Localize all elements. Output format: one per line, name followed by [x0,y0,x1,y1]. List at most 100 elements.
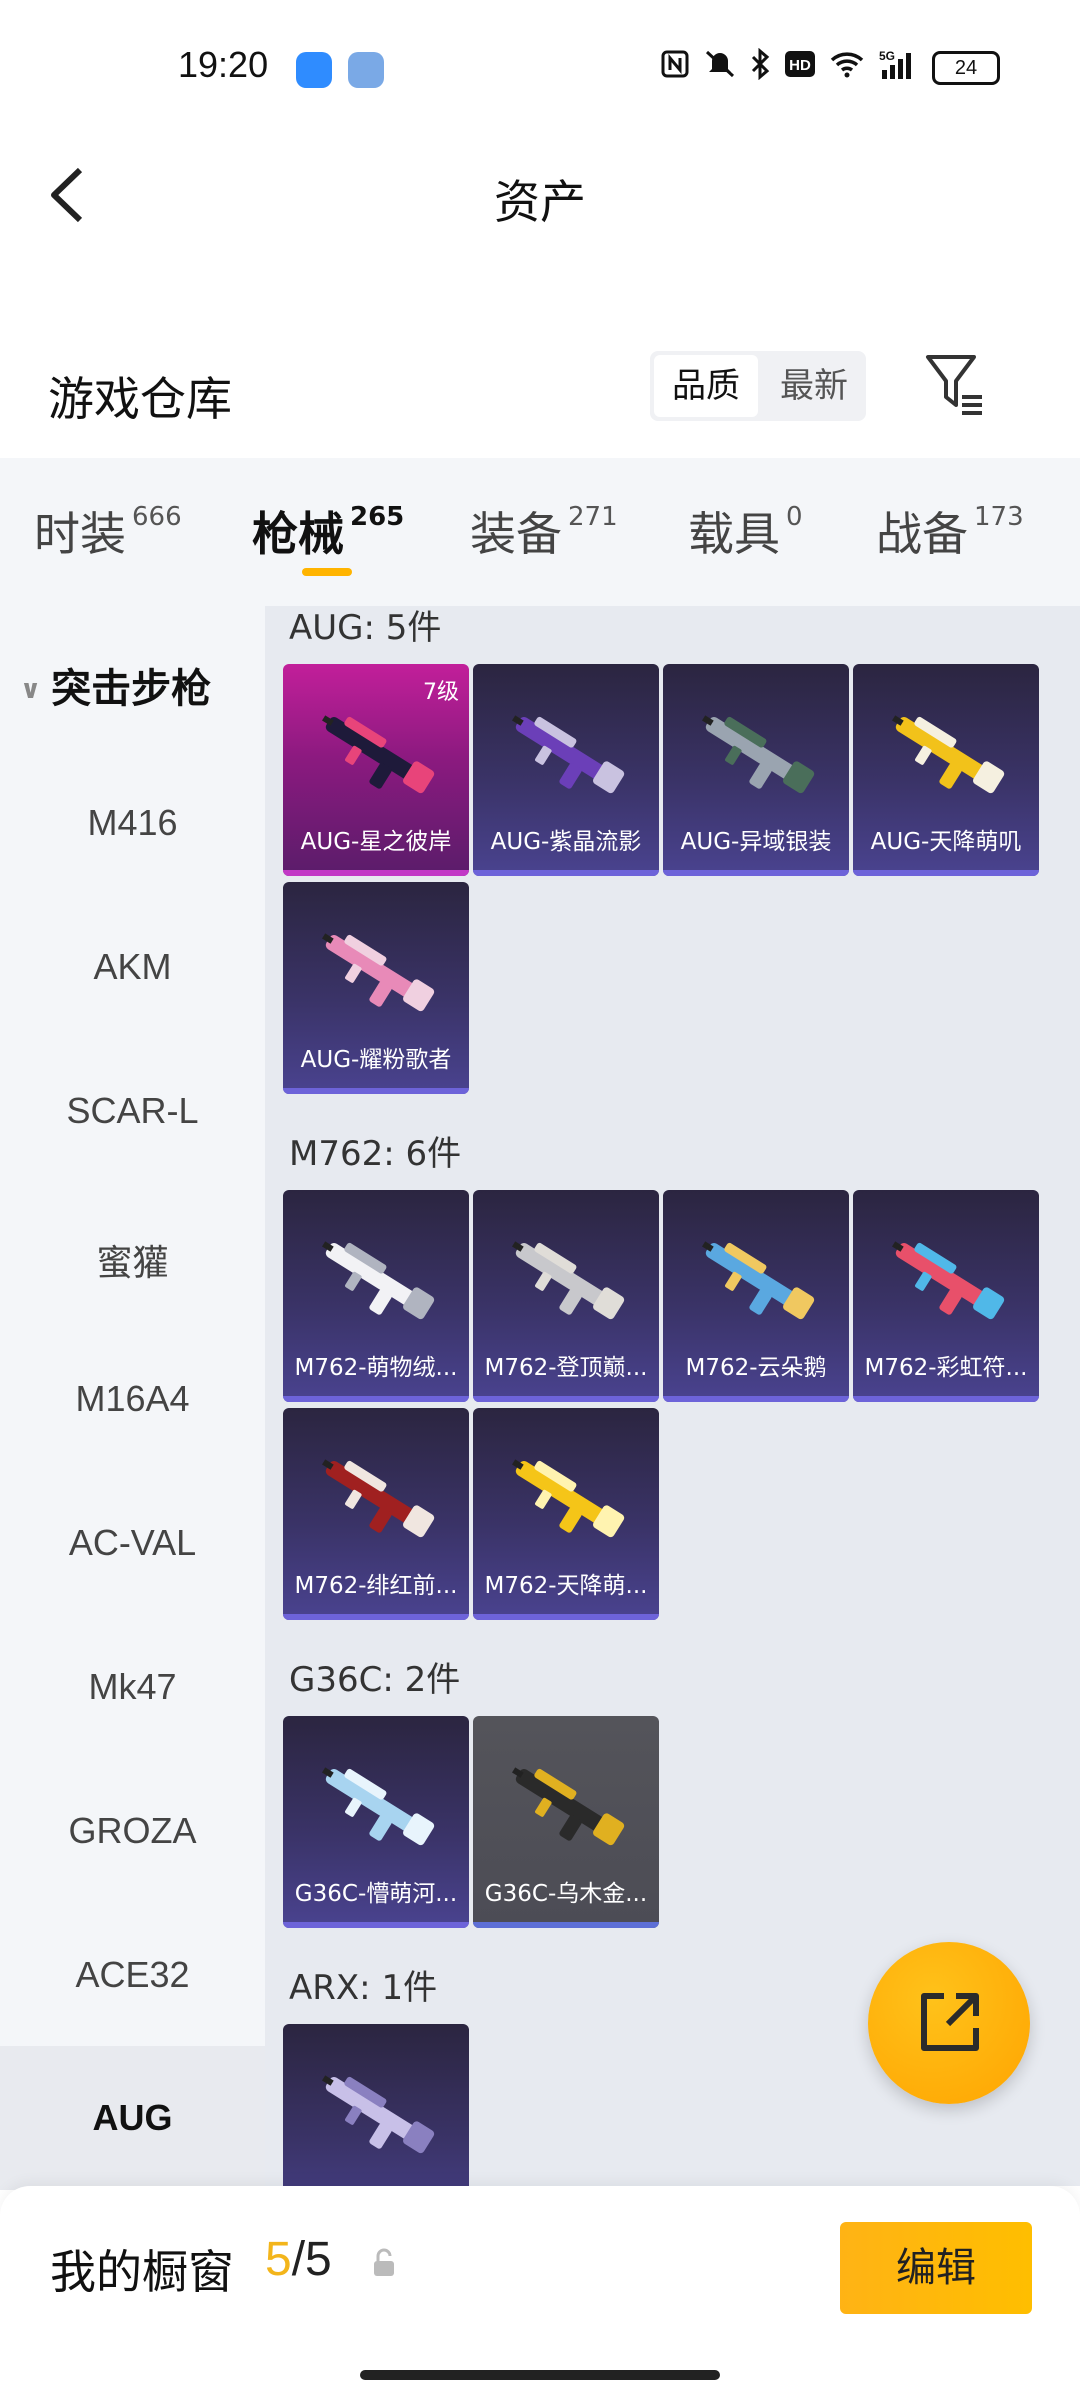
weapon-image [322,2075,435,2154]
rarity-bar [853,870,1039,876]
weapon-image [702,1241,815,1320]
warehouse-header: 游戏仓库 品质 最新 [0,345,1080,445]
skin-name: M762-彩虹符... [864,1355,1028,1381]
tab-firearms[interactable]: 枪械 265 [252,498,404,564]
weapon-image [512,715,625,794]
tab-count: 0 [786,502,803,532]
sidebar-item-m416[interactable]: M416 [0,802,265,844]
mute-icon [704,49,736,86]
skin-card[interactable]: M762-登顶巅... [473,1190,659,1402]
sidebar-item-honey-badger[interactable]: 蜜獾 [0,1234,265,1286]
rarity-bar [283,1396,469,1402]
skin-card[interactable]: M762-绯红前... [283,1408,469,1620]
skin-card[interactable]: M762-萌物绒... [283,1190,469,1402]
weapon-image [512,1767,625,1846]
tab-supplies[interactable]: 战备 173 [876,498,1024,564]
weapon-image [322,1459,435,1538]
tab-count: 666 [132,502,182,532]
tab-label: 枪械 [252,507,344,561]
tab-fashion[interactable]: 时装 666 [34,498,182,564]
warehouse-title: 游戏仓库 [48,372,232,426]
skin-name: AUG-耀粉歌者 [300,1047,452,1073]
notification-app-icon [296,52,332,88]
tab-count: 173 [974,502,1024,532]
sidebar-item-aug[interactable]: AUG [0,2046,265,2190]
weapon-sidebar: ∨ 突击步枪 M416 AKM SCAR-L 蜜獾 M16A4 AC-VAL Mk… [0,606,265,2190]
sort-newest-option[interactable]: 最新 [762,351,866,421]
weapon-image [892,1241,1005,1320]
rarity-bar [283,1614,469,1620]
sidebar-item-m16a4[interactable]: M16A4 [0,1378,265,1420]
skin-name: M762-天降萌... [484,1573,648,1599]
tab-label: 时装 [34,507,126,561]
skin-card[interactable]: AUG-耀粉歌者 [283,882,469,1094]
tab-vehicles[interactable]: 载具 0 [688,498,803,564]
status-time: 19:20 [178,44,269,85]
skin-name: M762-萌物绒... [294,1355,458,1381]
sort-quality-option[interactable]: 品质 [654,355,758,417]
tab-count: 265 [350,502,405,532]
5g-signal-icon: 5G [878,48,918,87]
status-bar: 19:20 HD 5G 24 [0,0,1080,130]
tab-label: 载具 [688,507,780,561]
skin-card[interactable]: AUG-紫晶流影 [473,664,659,876]
rarity-bar [663,870,849,876]
sidebar-category-assault-rifles[interactable]: ∨ 突击步枪 [20,656,211,714]
skin-card[interactable]: G36C-懵萌河... [283,1716,469,1928]
skin-name: M762-绯红前... [294,1573,458,1599]
group-header: AUG: 5件 [289,608,442,648]
skin-card[interactable]: 7级 AUG-星之彼岸 [283,664,469,876]
sidebar-item-scar-l[interactable]: SCAR-L [0,1090,265,1132]
weapon-image [512,1241,625,1320]
skin-card[interactable]: AUG-异域银装 [663,664,849,876]
group-header: G36C: 2件 [289,1660,461,1700]
edit-button[interactable]: 编辑 [840,2222,1032,2314]
sidebar-item-mk47[interactable]: Mk47 [0,1666,265,1708]
skin-card[interactable]: M762-云朵鹅 [663,1190,849,1402]
lock-icon [374,2248,394,2276]
skin-name: AUG-异域银装 [680,829,832,855]
hd-icon: HD [784,50,816,85]
sidebar-item-ace32[interactable]: ACE32 [0,1954,265,1996]
skin-card[interactable]: M762-彩虹符... [853,1190,1039,1402]
skin-name: M762-云朵鹅 [685,1355,827,1381]
skin-level-badge: 7级 [423,680,459,705]
skin-card[interactable] [283,2024,469,2186]
skin-card[interactable]: AUG-天降萌叽 [853,664,1039,876]
showcase-separator: / [291,2233,306,2286]
rarity-bar [663,1396,849,1402]
skin-name: G36C-懵萌河... [294,1881,458,1907]
showcase-title: 我的橱窗 [50,2245,234,2299]
page-title: 资产 [494,175,586,229]
home-indicator [360,2370,720,2380]
share-button[interactable] [868,1942,1030,2104]
rarity-bar [473,870,659,876]
filter-button[interactable] [922,351,988,417]
sidebar-item-akm[interactable]: AKM [0,946,265,988]
tab-count: 271 [568,502,618,532]
bluetooth-icon [750,47,770,87]
chevron-down-icon: ∨ [20,675,42,705]
showcase-current: 5 [265,2233,292,2286]
battery-indicator: 24 [932,50,1000,85]
tab-label: 装备 [470,507,562,561]
svg-text:HD: HD [789,57,811,74]
group-header: ARX: 1件 [289,1968,438,2008]
weapon-image [322,1767,435,1846]
skin-name: AUG-星之彼岸 [300,829,452,855]
share-external-icon [921,1993,979,2051]
group-header: M762: 6件 [289,1134,462,1174]
sidebar-item-ac-val[interactable]: AC-VAL [0,1522,265,1564]
rarity-bar [473,1614,659,1620]
skin-name: AUG-紫晶流影 [490,829,642,855]
tab-equipment[interactable]: 装备 271 [470,498,618,564]
sort-toggle: 品质 最新 [650,351,866,421]
rarity-bar [283,870,469,876]
skin-name: M762-登顶巅... [484,1355,648,1381]
weapon-image [322,715,435,794]
rarity-bar [283,1088,469,1094]
skin-card[interactable]: G36C-乌木金... [473,1716,659,1928]
skin-card[interactable]: M762-天降萌... [473,1408,659,1620]
svg-text:5G: 5G [879,49,895,63]
sidebar-item-groza[interactable]: GROZA [0,1810,265,1852]
